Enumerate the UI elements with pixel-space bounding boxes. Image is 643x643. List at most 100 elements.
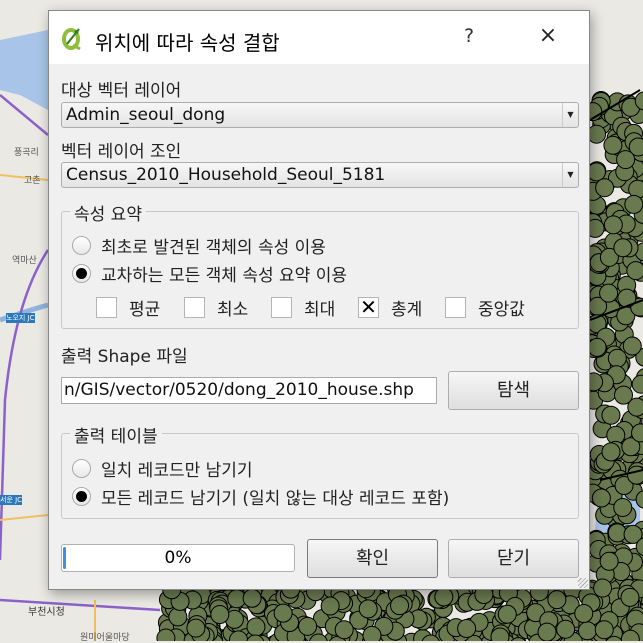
census-point <box>594 620 614 640</box>
radio-label: 최초로 발견된 객체의 속성 이용 <box>101 237 326 258</box>
progress-bar: 0% <box>61 544 295 572</box>
census-point <box>591 488 611 508</box>
radio-label: 일치 레코드만 남기기 <box>101 460 253 481</box>
checkbox[interactable] <box>445 296 466 318</box>
checkbox-label: 총계 <box>391 299 423 320</box>
checkbox-label: 최대 <box>304 299 336 320</box>
radio-keep-all[interactable]: 모든 레코드 남기기 (일치 않는 대상 레코드 포함) <box>72 485 450 509</box>
qgis-logo-icon <box>62 28 81 50</box>
census-point <box>246 617 266 637</box>
map-label: 원미어울마당 <box>80 633 130 643</box>
census-point <box>298 616 318 636</box>
census-point <box>490 627 510 641</box>
checkbox-sum[interactable]: ✕ 총계 <box>358 296 423 320</box>
checkbox[interactable] <box>271 296 292 318</box>
dialog-title: 위치에 따라 속성 결합 <box>95 31 280 55</box>
census-point <box>358 599 378 619</box>
radio-button-unselected[interactable] <box>72 235 91 255</box>
radio-label: 모든 레코드 남기기 (일치 않는 대상 레코드 포함) <box>101 488 450 509</box>
census-point <box>273 603 293 623</box>
join-attributes-by-location-dialog: 위치에 따라 속성 결합 ? × 대상 벡터 레이어 Admin_seoul_d… <box>48 10 590 590</box>
browse-button[interactable]: 탐색 <box>448 371 579 410</box>
census-point <box>186 618 206 638</box>
help-button[interactable]: ? <box>459 25 479 47</box>
census-point <box>556 619 576 639</box>
join-layer-select[interactable]: Census_2010_Household_Seoul_5181 ▼ <box>61 162 579 188</box>
census-point <box>624 194 643 214</box>
census-point <box>497 604 517 624</box>
target-layer-value: Admin_seoul_dong <box>66 105 226 125</box>
census-point <box>547 590 567 610</box>
census-point <box>613 238 633 258</box>
output-table-title: 출력 테이블 <box>70 422 162 447</box>
output-shape-label: 출력 Shape 파일 <box>61 347 188 367</box>
census-point <box>390 596 410 616</box>
census-point <box>457 618 477 638</box>
census-point <box>595 178 615 198</box>
output-table-group: 출력 테이블 일치 레코드만 남기기 모든 레코드 남기기 (일치 않는 대상 … <box>61 422 579 519</box>
checkbox-checked[interactable]: ✕ <box>358 296 379 318</box>
census-point <box>334 620 354 640</box>
census-point <box>577 621 597 641</box>
census-point <box>603 215 623 235</box>
output-path-value: n/GIS/vector/0520/dong_2010_house.shp <box>64 380 414 400</box>
census-point <box>601 442 621 462</box>
join-layer-label: 벡터 레이어 조인 <box>61 142 182 162</box>
attribute-summary-group: 속성 요약 최초로 발견된 객체의 속성 이용 교차하는 모든 객체 속성 요약… <box>61 200 579 329</box>
radio-button-unselected[interactable] <box>72 458 91 478</box>
map-label: 서운 JC <box>0 495 23 505</box>
census-point <box>434 587 454 607</box>
census-point <box>320 596 340 616</box>
close-button[interactable]: 닫기 <box>448 539 579 578</box>
progress-fill <box>63 547 66 569</box>
river-han <box>0 30 48 110</box>
join-layer-value: Census_2010_Household_Seoul_5181 <box>66 165 386 185</box>
radio-matching-only[interactable]: 일치 레코드만 남기기 <box>72 457 253 481</box>
census-point <box>210 605 230 625</box>
census-point <box>607 348 627 368</box>
radio-first-feature[interactable]: 최초로 발견된 객체의 속성 이용 <box>72 234 326 258</box>
resize-grip-icon[interactable] <box>578 578 588 588</box>
target-layer-select[interactable]: Admin_seoul_dong ▼ <box>61 102 579 128</box>
checkbox-median[interactable]: 중앙값 <box>445 296 525 320</box>
census-point <box>574 603 594 623</box>
radio-button-selected[interactable] <box>72 263 91 283</box>
census-point <box>603 135 623 155</box>
map-label: 역마산 <box>12 256 37 266</box>
census-point <box>599 551 619 571</box>
progress-text: 0% <box>164 548 192 568</box>
checkbox-max[interactable]: 최대 <box>271 296 336 320</box>
radio-summarize-all[interactable]: 교차하는 모든 객체 속성 요약 이용 <box>72 262 347 286</box>
census-point <box>627 465 643 485</box>
target-layer-label: 대상 벡터 레이어 <box>61 81 182 101</box>
map-label: 풍곡리 <box>14 148 39 158</box>
output-path-input[interactable]: n/GIS/vector/0520/dong_2010_house.shp <box>61 377 437 404</box>
census-point <box>242 588 262 608</box>
census-point <box>631 374 643 394</box>
radio-label: 교차하는 모든 객체 속성 요약 이용 <box>101 265 347 286</box>
title-bar[interactable]: 위치에 따라 속성 결합 ? × <box>49 11 589 64</box>
chevron-down-icon[interactable]: ▼ <box>562 103 578 127</box>
map-label: 노오지 JC <box>6 313 35 323</box>
census-point <box>626 261 643 281</box>
census-point <box>537 622 557 641</box>
checkbox-mean[interactable]: 평균 <box>96 296 161 320</box>
census-point <box>616 150 636 170</box>
checkbox[interactable] <box>184 296 205 318</box>
map-label: 고촌 <box>24 176 41 186</box>
close-icon[interactable]: × <box>535 23 561 48</box>
chevron-down-icon[interactable]: ▼ <box>562 163 578 187</box>
radio-button-selected[interactable] <box>72 486 91 506</box>
census-point <box>362 625 382 641</box>
checkbox[interactable] <box>96 296 117 318</box>
census-point <box>599 283 619 303</box>
census-point <box>614 385 634 405</box>
census-point <box>613 497 633 517</box>
checkbox-min[interactable]: 최소 <box>184 296 248 320</box>
census-point <box>586 162 606 182</box>
map-label: 부천시청 <box>28 607 65 618</box>
ok-button[interactable]: 확인 <box>307 539 438 578</box>
checkbox-label: 평균 <box>129 299 161 320</box>
attribute-summary-title: 속성 요약 <box>70 200 146 225</box>
census-point <box>587 124 607 144</box>
